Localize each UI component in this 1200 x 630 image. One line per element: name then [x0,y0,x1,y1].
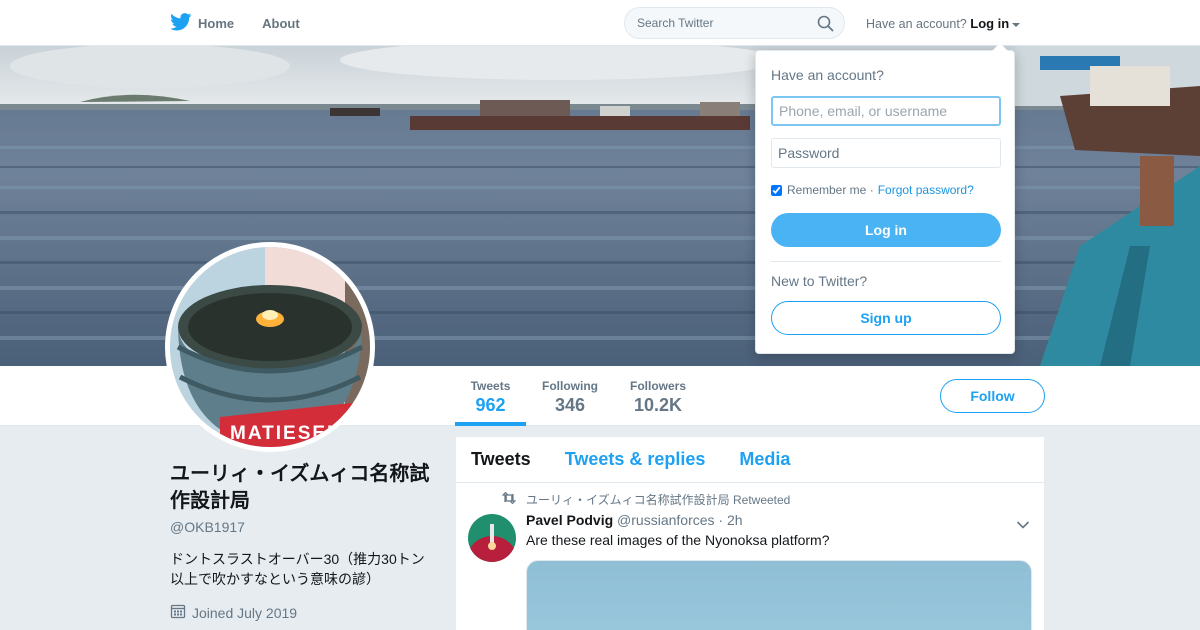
nav-home-link[interactable]: Home [170,12,235,34]
avatar-sign-text: MATIESEN [230,423,343,444]
tweet-author-name[interactable]: Pavel Podvig [526,512,613,528]
retweet-context: ユーリィ・イズムィコ名称試作設計局 Retweeted [501,491,790,508]
search-icon[interactable] [817,15,834,37]
retweeted-by-text[interactable]: ユーリィ・イズムィコ名称試作設計局 Retweeted [526,491,790,508]
nav-home-label: Home [198,15,235,31]
nav-about-link[interactable]: About [262,16,300,31]
remember-me-label[interactable]: Remember me [787,183,866,197]
signup-button[interactable]: Sign up [771,301,1001,335]
new-to-twitter-text: New to Twitter? [771,273,868,289]
tab-media[interactable]: Media [739,449,790,470]
twitter-bird-icon [170,12,198,34]
stat-followers[interactable]: Followers 10.2K [626,366,690,426]
forgot-password-link[interactable]: Forgot password? [878,183,974,197]
nav-about-label: About [262,15,300,31]
search-input[interactable] [625,8,805,38]
login-button[interactable]: Log in [771,213,1001,247]
tab-tweets[interactable]: Tweets [471,449,531,470]
stat-followers-label: Followers [629,379,686,393]
password-field[interactable] [771,138,1001,168]
retweet-icon [501,491,526,507]
profile-name[interactable]: ユーリィ・イズムィコ名称試作設計局 [170,461,440,515]
stat-following-label: Following [542,379,598,393]
timeline: Tweets Tweets & replies Media ユーリィ・イズムィコ… [456,437,1044,630]
stat-following-value: 346 [554,395,586,415]
stat-tweets[interactable]: Tweets 962 [455,366,526,426]
login-dropdown-toggle[interactable]: Log in [970,16,1021,31]
tweet-header: Pavel Podvig @russianforces · 2h [526,512,743,528]
profile-joined: Joined July 2019 [170,603,297,622]
have-account-text: Have an account? [866,17,967,31]
stat-followers-value: 10.2K [633,395,683,415]
dropdown-arrow [992,43,1008,51]
nav-left: Home About [170,0,328,46]
tweet-author-username[interactable]: @russianforces [617,512,714,528]
avatar-barrel-image: MATIESEN [170,247,370,447]
top-navigation-bar: Home About Have an account? Log in [0,0,1200,46]
stat-following[interactable]: Following 346 [538,366,602,426]
follow-button[interactable]: Follow [940,379,1045,413]
caret-down-icon [1012,22,1021,27]
username-field[interactable] [771,96,1001,126]
profile-bio: ドントスラストオーバー30（推力30トン以上で吹かすなという意味の諺） [170,551,425,587]
timeline-tabs: Tweets Tweets & replies Media [456,437,1044,483]
remember-me-checkbox[interactable] [771,184,782,196]
calendar-icon [170,603,192,622]
remember-row: Remember me · Forgot password? [771,183,974,197]
profile-handle[interactable]: @OKB1917 [170,519,245,535]
account-prompt: Have an account? Log in [866,16,1021,31]
stat-tweets-value: 962 [475,395,506,415]
stat-tweets-label: Tweets [470,379,511,393]
login-link-label: Log in [970,16,1010,31]
profile-joined-text: Joined July 2019 [192,604,298,621]
chevron-down-icon[interactable] [1016,517,1030,535]
tweet-timestamp[interactable]: · 2h [718,512,742,528]
dropdown-divider [771,261,1001,262]
tweet-text: Are these real images of the Nyonoksa pl… [526,532,830,548]
profile-avatar[interactable]: MATIESEN [165,242,375,452]
tweet[interactable]: ユーリィ・イズムィコ名称試作設計局 Retweeted Pavel Podvig… [456,483,1044,630]
tab-tweets-replies[interactable]: Tweets & replies [565,449,706,470]
search-box [624,7,845,39]
login-dropdown-title: Have an account? [771,67,884,83]
tweet-author-avatar[interactable] [468,514,516,562]
login-dropdown: Have an account? Remember me · Forgot pa… [755,43,1015,354]
remember-separator: · [869,183,874,197]
tweet-media-image[interactable] [526,560,1032,630]
